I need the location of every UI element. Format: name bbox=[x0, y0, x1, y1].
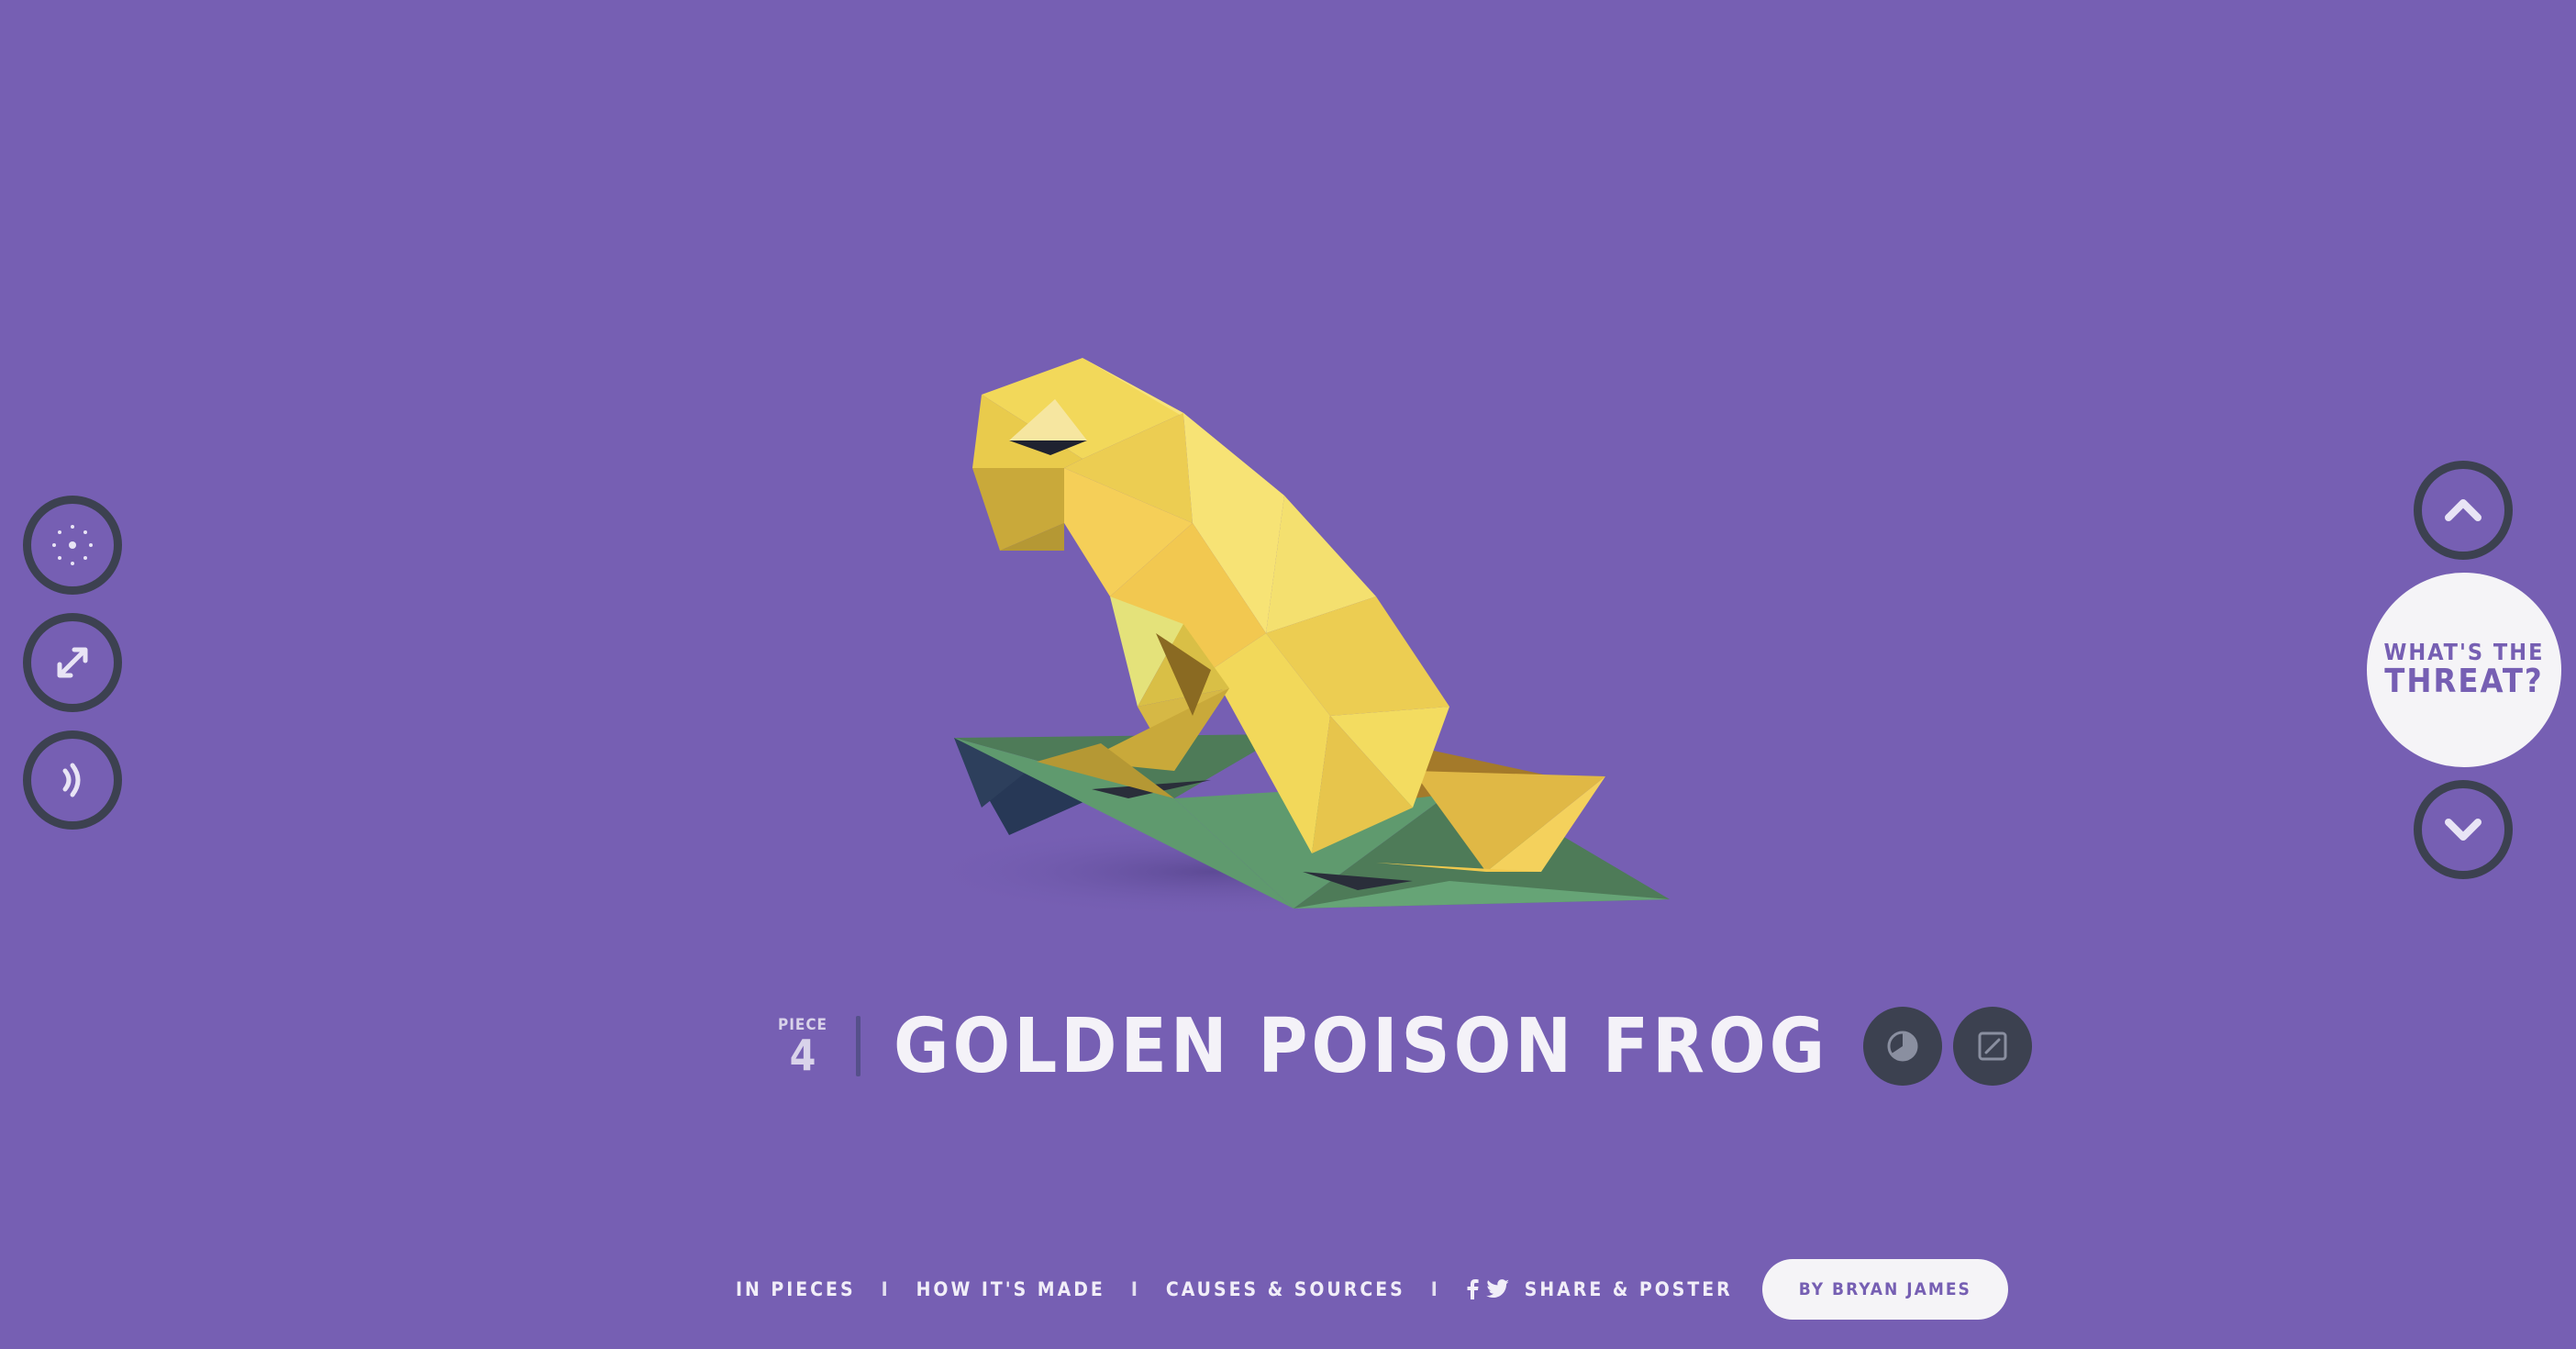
facebook-icon[interactable] bbox=[1466, 1279, 1479, 1299]
nav-separator: I bbox=[1130, 1278, 1140, 1300]
threat-line2: THREAT? bbox=[2384, 663, 2544, 701]
previous-piece-button[interactable] bbox=[2414, 461, 2513, 560]
edit-icon bbox=[1978, 1031, 2007, 1061]
nav-separator: I bbox=[1430, 1278, 1440, 1300]
shuffle-button[interactable] bbox=[23, 613, 122, 712]
threat-line1: WHAT'S THE bbox=[2383, 638, 2545, 665]
chevron-down-icon bbox=[2445, 819, 2482, 841]
share-icons bbox=[1466, 1279, 1510, 1299]
title-row: PIECE 4 GOLDEN POISON FROG bbox=[775, 991, 2033, 1101]
piece-indicator: PIECE 4 bbox=[775, 1016, 830, 1076]
nav-separator: I bbox=[881, 1278, 891, 1300]
draw-button[interactable] bbox=[1953, 1007, 2033, 1086]
shuffle-icon bbox=[57, 647, 88, 678]
in-pieces-link[interactable]: IN PIECES bbox=[736, 1278, 856, 1300]
causes-sources-link[interactable]: CAUSES & SOURCES bbox=[1166, 1278, 1405, 1300]
whats-the-threat-button[interactable]: WHAT'S THE THREAT? bbox=[2367, 573, 2561, 767]
next-piece-button[interactable] bbox=[2414, 780, 2513, 879]
stats-button[interactable] bbox=[1863, 1007, 1943, 1086]
species-title: GOLDEN POISON FROG bbox=[894, 1002, 1829, 1090]
dots-icon bbox=[52, 525, 93, 565]
pie-icon bbox=[1887, 1031, 1918, 1062]
chevron-up-icon bbox=[2445, 499, 2482, 521]
title-divider bbox=[856, 1016, 861, 1076]
how-its-made-link[interactable]: HOW IT'S MADE bbox=[916, 1278, 1105, 1300]
author-button[interactable]: BY BRYAN JAMES bbox=[1761, 1259, 2008, 1320]
sound-icon bbox=[62, 763, 81, 797]
golden-poison-frog-illustration bbox=[917, 358, 1670, 918]
explore-button[interactable] bbox=[23, 496, 122, 595]
twitter-icon[interactable] bbox=[1485, 1279, 1510, 1299]
piece-number: 4 bbox=[789, 1031, 816, 1080]
sound-button[interactable] bbox=[23, 730, 122, 830]
share-poster-link[interactable]: SHARE & POSTER bbox=[1525, 1278, 1733, 1300]
bottom-nav: IN PIECES I HOW IT'S MADE I CAUSES & SOU… bbox=[736, 1257, 2008, 1321]
